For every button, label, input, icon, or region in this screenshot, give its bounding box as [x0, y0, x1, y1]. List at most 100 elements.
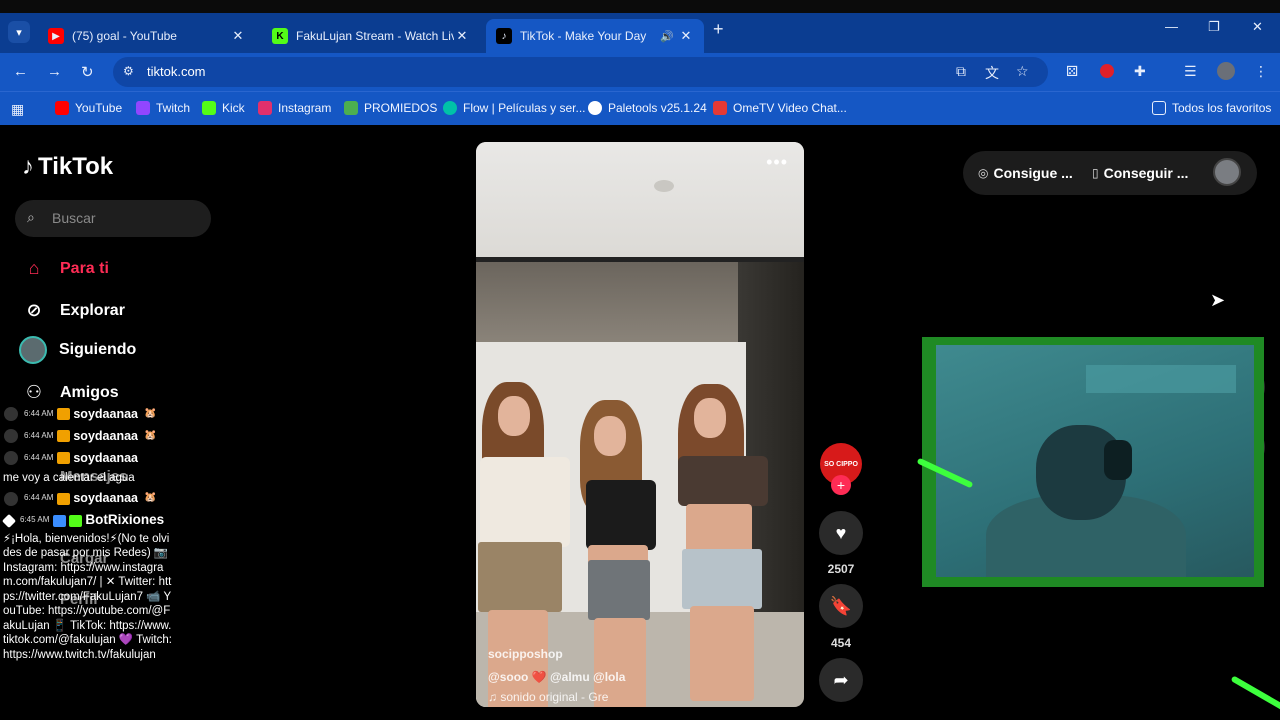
menu-icon[interactable]: ⋮: [1254, 63, 1268, 80]
shorts: [682, 549, 762, 609]
shorts: [588, 560, 650, 620]
search-box[interactable]: ⌕: [15, 200, 211, 237]
webcam-background-flag: [1086, 365, 1236, 393]
translate-icon[interactable]: 文: [985, 63, 999, 83]
bookmarks-bar: ▦ YouTube Twitch Kick Instagram PROMIEDO…: [0, 91, 1280, 125]
nav-label: Siguiendo: [59, 341, 137, 358]
window-close-icon[interactable]: ✕: [1252, 19, 1263, 35]
bookmark-kick[interactable]: Kick: [202, 101, 245, 115]
chat-badge: [53, 514, 67, 527]
close-icon[interactable]: ✕: [230, 28, 246, 44]
shirt: [480, 457, 570, 547]
user-avatar[interactable]: [1213, 158, 1241, 186]
tab-kick[interactable]: K FakuLujan Stream - Watch Live ✕: [262, 19, 480, 53]
youtube-icon: [55, 101, 69, 115]
extension-icon[interactable]: ⚄: [1066, 63, 1078, 80]
chat-user: soydaanaa: [73, 491, 138, 506]
url-text: tiktok.com: [147, 64, 206, 79]
tiktok-icon: ♪: [496, 28, 512, 44]
chat-time: 6:44 AM: [24, 430, 54, 440]
forward-icon[interactable]: →: [47, 63, 62, 80]
follow-button[interactable]: +: [831, 475, 851, 495]
legs: [690, 606, 754, 701]
bookmark-promiedos[interactable]: PROMIEDOS: [344, 101, 437, 115]
chat-badge: [57, 430, 71, 442]
save-button[interactable]: 🔖: [819, 584, 863, 628]
close-icon[interactable]: ✕: [678, 28, 694, 44]
video-shop-text: socipposhop: [488, 647, 563, 661]
profile-avatar[interactable]: [1217, 62, 1235, 80]
browser-toolbar: ← → ↻ ⚙ tiktok.com ⧉ 文 ☆ ⚄ ✚ ☰ ⋮: [0, 53, 1280, 91]
chat-badge: [57, 452, 71, 464]
bookmark-twitch[interactable]: Twitch: [136, 101, 190, 115]
kick-icon: [202, 101, 216, 115]
apps-grid-icon[interactable]: ▦: [11, 101, 24, 118]
button-label: Consigue ...: [993, 165, 1073, 181]
video-tags[interactable]: @sooo ❤️ @almu @lola: [488, 670, 625, 684]
chat-row: 6:44 AM soydaanaa 🐹: [0, 488, 175, 510]
nav-amigos[interactable]: ⚇ Amigos: [22, 382, 119, 403]
video-sound[interactable]: ♫ sonido original - Gre: [488, 690, 608, 704]
media-icon[interactable]: ☰: [1184, 63, 1197, 80]
button-label: Conseguir ...: [1103, 165, 1189, 181]
like-button[interactable]: ♥: [819, 511, 863, 555]
address-bar[interactable]: ⚙ tiktok.com ⧉ 文 ☆: [113, 57, 1048, 87]
nav-siguiendo[interactable]: Siguiendo: [19, 336, 137, 364]
chat-user: soydaanaa: [73, 406, 138, 421]
chat-row: 6:44 AM soydaanaa 🐹: [0, 403, 175, 425]
nav-para-ti[interactable]: ⌂ Para ti: [22, 258, 109, 279]
video-player[interactable]: ••• socipposhop @sooo ❤️ @almu @lola ♫ s…: [476, 142, 804, 707]
chat-time: 6:44 AM: [24, 452, 54, 462]
tiktok-logo[interactable]: ♪ TikTok: [22, 153, 113, 181]
get-app-button[interactable]: ▯ Conseguir ...: [1092, 165, 1188, 181]
bookmark-flow[interactable]: Flow | Películas y ser...: [443, 101, 586, 115]
more-options-icon[interactable]: •••: [766, 152, 788, 173]
back-icon[interactable]: ←: [13, 63, 28, 80]
mouse-cursor-icon: ➤: [1210, 290, 1226, 310]
star-icon[interactable]: ☆: [1016, 63, 1029, 80]
bookmark-instagram[interactable]: Instagram: [258, 101, 331, 115]
compass-icon: ⊘: [26, 300, 42, 320]
get-coins-button[interactable]: ◎ Consigue ...: [978, 165, 1073, 181]
restore-icon[interactable]: ❐: [1208, 19, 1220, 35]
search-input[interactable]: [52, 208, 202, 228]
chat-time: 6:44 AM: [24, 408, 54, 418]
chat-badge: [57, 492, 71, 505]
speaker-icon[interactable]: 🔊: [660, 30, 678, 43]
tab-youtube[interactable]: ▶ (75) goal - YouTube ✕: [38, 19, 256, 53]
phone-icon: ▯: [1092, 166, 1099, 180]
bookmark-label: Instagram: [278, 101, 332, 115]
reload-icon[interactable]: ↻: [81, 63, 94, 81]
bookmark-label: OmeTV Video Chat...: [733, 101, 847, 115]
bookmark-label: Kick: [222, 101, 245, 115]
share-button[interactable]: ➦: [819, 658, 863, 702]
nav-label: Amigos: [60, 383, 119, 401]
chat-emote: 🐹: [143, 492, 157, 504]
nav-label: Para ti: [60, 259, 109, 277]
close-icon[interactable]: ✕: [454, 28, 470, 44]
bookmark-paletools[interactable]: Paletools v25.1.24: [588, 101, 707, 115]
opera-icon[interactable]: [1100, 64, 1114, 78]
all-bookmarks[interactable]: Todos los favoritos: [1152, 101, 1271, 115]
bookmark-label: Flow | Películas y ser...: [463, 101, 586, 115]
bookmark-ometv[interactable]: OmeTV Video Chat...: [713, 101, 847, 115]
nav-explorar[interactable]: ⊘ Explorar: [22, 300, 124, 321]
headset-icon: [1104, 440, 1132, 480]
globe-icon: [588, 101, 602, 115]
tab-search-button[interactable]: ▾: [8, 21, 30, 43]
all-bookmarks-label: Todos los favoritos: [1172, 101, 1272, 115]
new-tab-button[interactable]: +: [713, 19, 724, 40]
chat-time: 6:45 AM: [20, 515, 50, 525]
chat-avatar: [4, 491, 18, 506]
logo-text: TikTok: [38, 153, 114, 180]
minimize-icon[interactable]: —: [1165, 19, 1178, 34]
install-icon[interactable]: ⧉: [956, 63, 966, 80]
bookmark-youtube[interactable]: YouTube: [55, 101, 122, 115]
puzzle-icon[interactable]: ✚: [1134, 63, 1146, 80]
site-settings-icon[interactable]: ⚙: [123, 64, 134, 78]
flow-icon: [443, 101, 457, 115]
shirt: [586, 480, 656, 550]
top-strip: [0, 0, 1280, 13]
chat-message: me voy a calentar el agua: [3, 472, 135, 484]
tab-tiktok[interactable]: ♪ TikTok - Make Your Day 🔊 ✕: [486, 19, 704, 53]
